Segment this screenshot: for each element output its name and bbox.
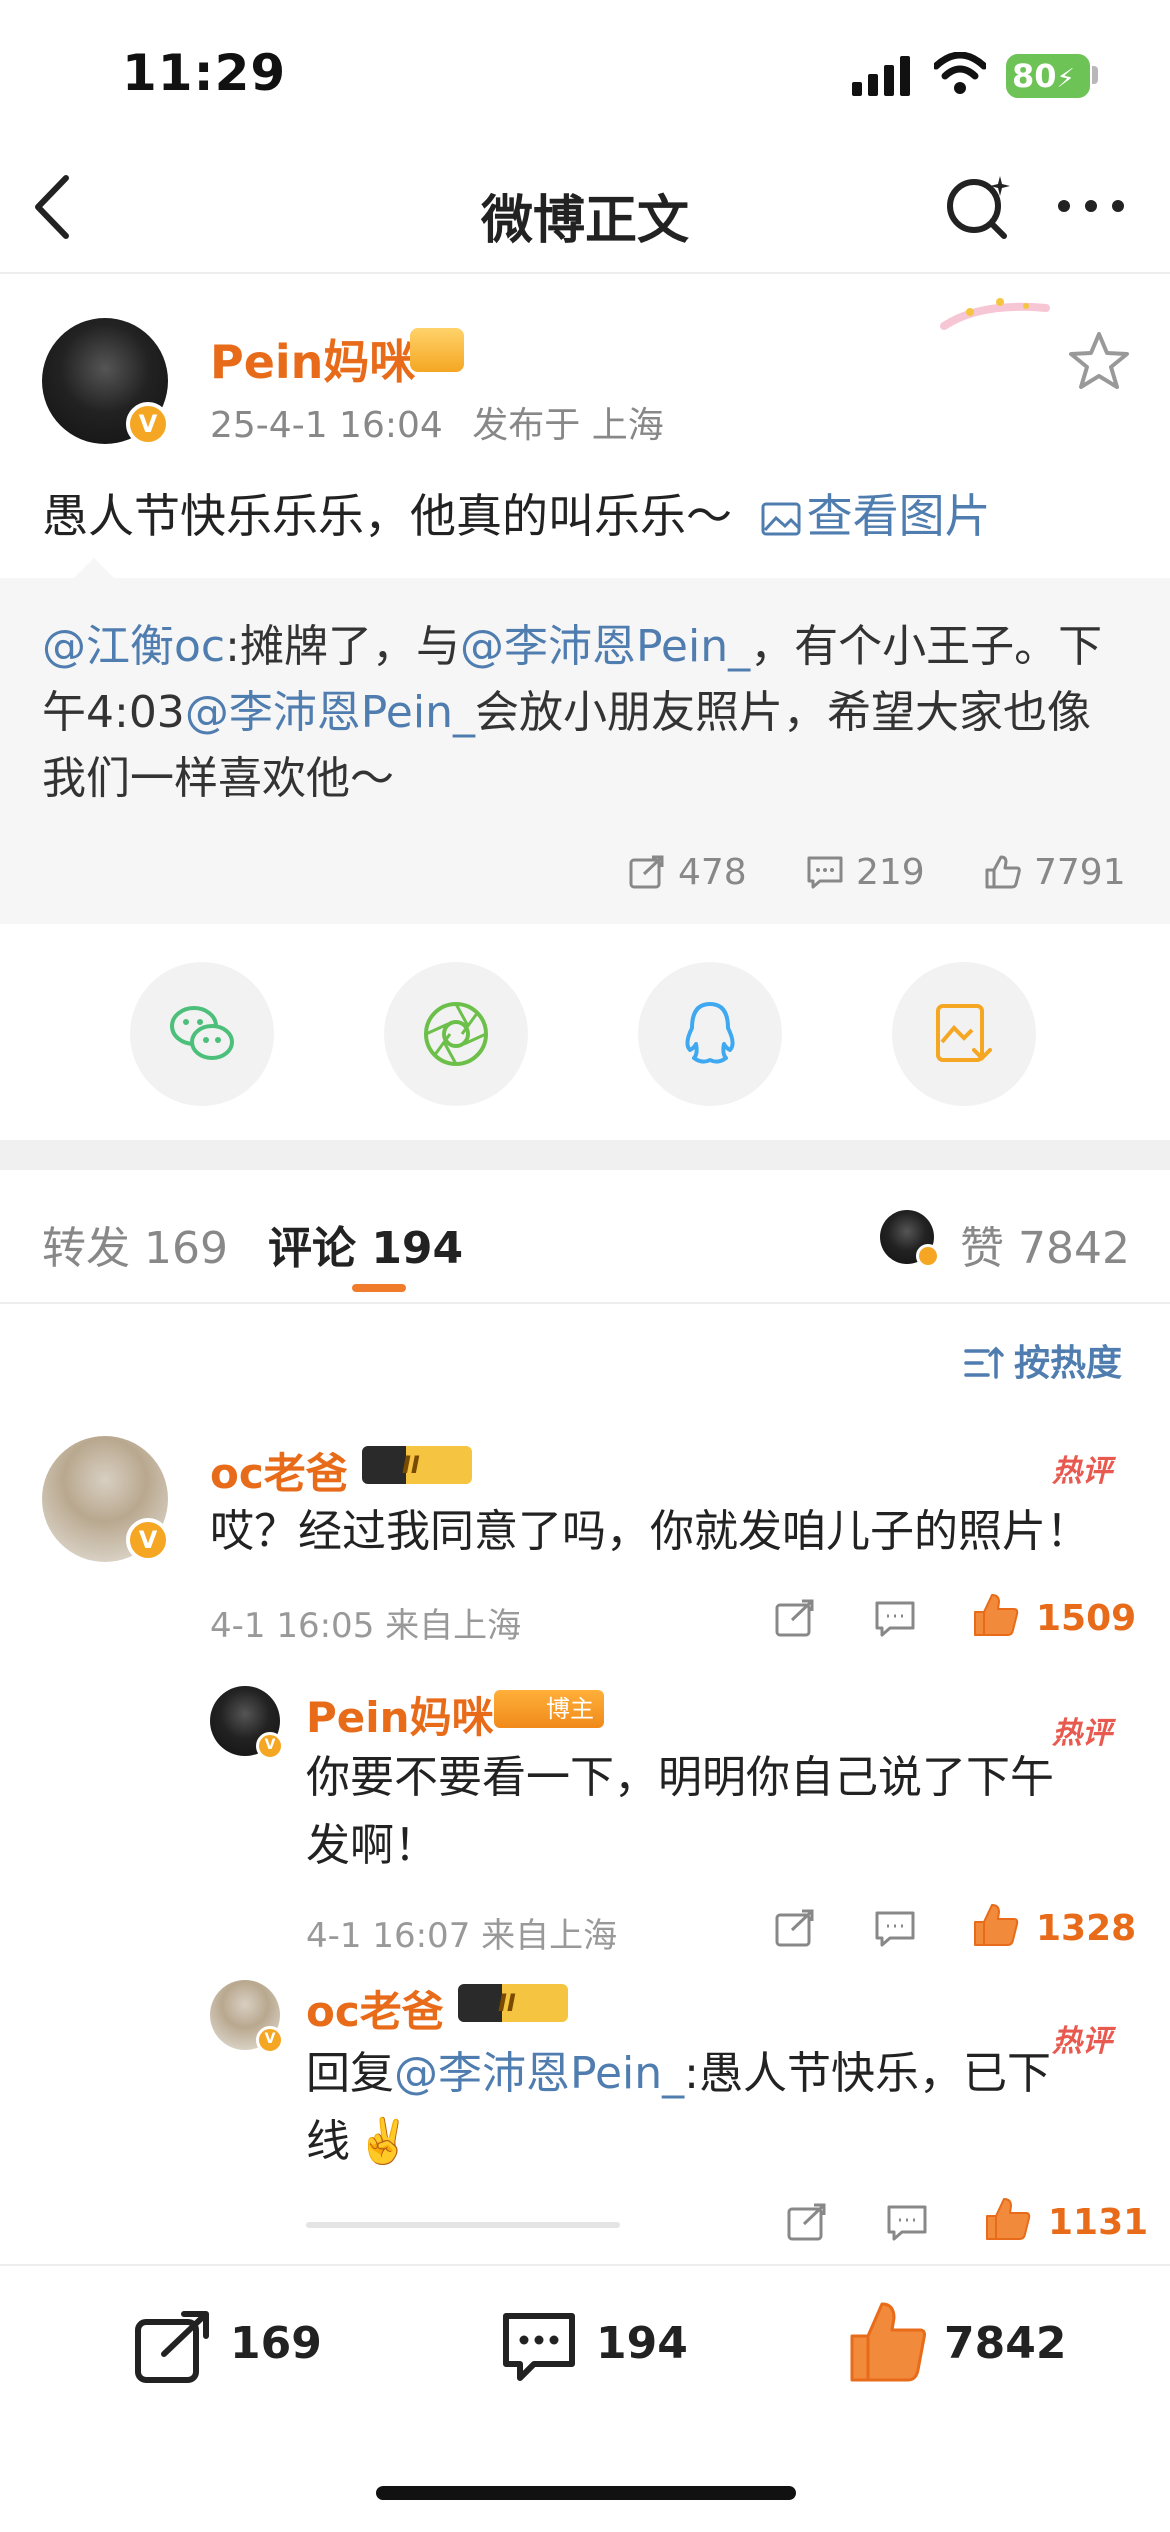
comment-text-line: 线 ✌️ [306,2108,411,2176]
wifi-icon [934,52,986,94]
share-wechat-button[interactable] [130,962,274,1106]
section-divider [0,1140,1170,1170]
battery-tip [1092,66,1098,84]
post-date: 25-4-1 16:04 [210,405,443,446]
comment-icon[interactable] [886,2202,928,2242]
like-count[interactable]: 7842 [944,2318,1066,2369]
comment-meta: 4-1 16:07 来自上海 [306,1916,618,1956]
commenter-name[interactable]: oc老爸 [306,1978,444,2039]
tab-comments[interactable]: 评论 194 [268,1212,463,1276]
reply-prefix: 回复 [306,2048,394,2099]
comment-icon[interactable] [874,1908,916,1948]
tabs-divider [0,1302,1170,1304]
view-images-link[interactable]: 查看图片 [761,489,991,543]
share-moments-button[interactable] [384,962,528,1106]
comment-icon[interactable] [500,2310,578,2384]
home-indicator[interactable] [376,2486,796,2500]
blogger-badge: 博主 [494,1690,604,1728]
quote-comment-count: 219 [856,852,925,893]
repost-icon [629,855,664,889]
like-count: 1131 [1048,2202,1149,2243]
sort-label: 按热度 [1014,1343,1123,1384]
post-text: 愚人节快乐乐乐，他真的叫乐乐～ [42,489,732,543]
like-icon[interactable] [984,2196,1032,2242]
author-name[interactable]: Pein妈咪 [210,326,415,392]
post-location: 发布于 上海 [472,405,664,446]
moments-icon [424,1002,488,1066]
repost-count[interactable]: 169 [230,2318,322,2369]
sort-by-heat-button[interactable]: 按热度 [964,1334,1122,1386]
repost-icon[interactable] [134,2310,212,2384]
quote-pointer [72,558,116,580]
verified-badge [916,1244,940,1268]
commenter-name[interactable]: Pein妈咪 [306,1684,494,1745]
reply-text: :愚人节快乐，已下 [684,2048,1051,2099]
tab-likes[interactable]: 赞 7842 [960,1212,1130,1276]
hot-comment-tag: 热评 [1052,1454,1112,1489]
mention-link[interactable]: @李沛恩Pein_ [185,687,475,738]
comment-icon [807,856,843,889]
quote-text-part: :摊牌了，与 [225,621,460,672]
like-count: 1509 [1036,1598,1137,1639]
sparkle-decoration-icon [940,298,1050,330]
quote-comment-stat[interactable]: 219 [806,852,925,893]
repost-icon[interactable] [786,2202,828,2242]
comment-icon[interactable] [874,1598,916,1638]
level-badge: II [362,1446,472,1484]
verified-badge: V [256,1732,284,1760]
victory-emoji: ✌️ [356,2116,411,2167]
like-icon[interactable] [972,1592,1020,1638]
like-icon[interactable] [848,2300,928,2384]
repost-icon[interactable] [774,1908,816,1948]
commenter-name[interactable]: oc老爸 [210,1440,348,1501]
quoted-text: @江衡oc:摊牌了，与@李沛恩Pein_，有个小王子。下午4:03@李沛恩Pei… [42,614,1132,812]
comment-count[interactable]: 194 [596,2318,688,2369]
comment-text-line: 回复@李沛恩Pein_:愚人节快乐，已下 [306,2040,1051,2108]
crown-badge-icon [410,328,464,372]
repost-icon[interactable] [774,1598,816,1638]
level-badge: II [458,1984,568,2022]
save-image-icon [936,1004,992,1062]
nav-divider [0,272,1170,274]
active-tab-indicator [352,1284,406,1292]
favorite-star-icon[interactable] [1068,330,1130,392]
quote-like-count: 7791 [1034,852,1126,893]
status-time: 11:29 [122,44,287,102]
verified-badge: V [126,1518,170,1562]
mention-link[interactable]: @李沛恩Pein_ [460,621,750,672]
like-count: 1328 [1036,1908,1137,1949]
view-images-label: 查看图片 [806,489,991,543]
image-icon [761,502,801,536]
mention-link[interactable]: @江衡oc [42,621,225,672]
tab-reposts[interactable]: 转发 169 [42,1212,228,1276]
quote-like-stat[interactable]: 7791 [984,852,1126,893]
comment-meta: 4-1 16:05 来自上海 [210,1606,522,1646]
comment-text: 哎？经过我同意了吗，你就发咱儿子的照片！ [210,1506,1090,1557]
search-icon[interactable] [942,170,1014,242]
loading-indicator [306,2222,620,2228]
like-icon[interactable] [972,1902,1020,1948]
save-image-button[interactable] [892,962,1036,1106]
verified-badge: V [256,2026,284,2054]
hot-comment-tag: 热评 [1052,1716,1112,1751]
share-qq-button[interactable] [638,962,782,1106]
qq-icon [685,1002,735,1064]
like-icon [985,855,1021,889]
post-meta: 25-4-1 16:04 发布于 上海 [210,396,664,448]
battery-indicator: 80⚡ [1006,54,1090,98]
cellular-signal-icon [852,56,910,96]
mention-link[interactable]: @李沛恩Pein_ [394,2048,684,2099]
hot-comment-tag: 热评 [1052,2024,1112,2059]
sort-icon [964,1346,1004,1379]
quote-repost-stat[interactable]: 478 [628,852,747,893]
wechat-icon [170,1006,234,1060]
more-icon[interactable] [1056,196,1126,216]
reply-text: 线 [306,2116,350,2167]
verified-badge: V [126,402,170,446]
comment-text-line: 你要不要看一下，明明你自己说了下午 [306,1752,1054,1803]
post-body: 愚人节快乐乐乐，他真的叫乐乐～ 查看图片 [42,480,991,546]
quote-repost-count: 478 [678,852,747,893]
comment-text-line: 发啊！ [306,1820,438,1871]
